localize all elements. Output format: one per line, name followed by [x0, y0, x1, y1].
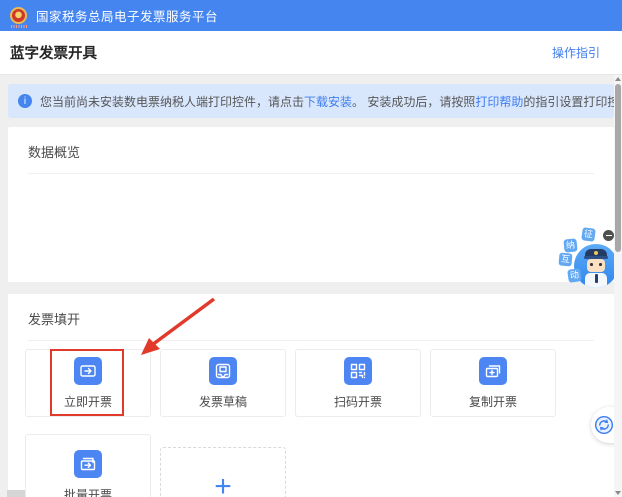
- mascot-bubble: 征: [581, 227, 596, 242]
- invoice-fill-title: 发票填开: [28, 312, 81, 327]
- scrollbar-thumb[interactable]: [615, 84, 621, 252]
- batch-invoice-icon: [74, 449, 102, 478]
- action-label: 批量开票: [63, 487, 112, 497]
- info-icon: i: [18, 94, 32, 108]
- invoice-draft-icon: [209, 356, 237, 385]
- browser-status-stub: [7, 490, 25, 497]
- mascot-bubble: 纳: [563, 238, 578, 253]
- copy-invoice-icon: [479, 356, 507, 385]
- batch-invoice-button[interactable]: 批量开票: [25, 434, 151, 497]
- notice-text-before: 您当前尚未安装数电票纳税人端打印控件，请点击: [40, 94, 305, 109]
- notice-text: 您当前尚未安装数电票纳税人端打印控件，请点击下载安装。 安装成功后，请按照打印帮…: [40, 93, 614, 110]
- mascot-hat: [584, 249, 608, 259]
- mascot-bubble: 互: [558, 252, 573, 267]
- mascot-minimize-button[interactable]: [603, 230, 614, 241]
- page-title: 蓝字发票开具: [10, 46, 97, 62]
- mascot-avatar: [574, 244, 618, 288]
- mascot-body: [585, 273, 607, 288]
- operation-guide-link[interactable]: 操作指引: [552, 44, 600, 61]
- tax-emblem-logo: [10, 7, 28, 28]
- page-title-bar: 蓝字发票开具 操作指引: [0, 31, 622, 75]
- scroll-up-arrow[interactable]: [615, 77, 621, 81]
- data-overview-title: 数据概览: [28, 145, 81, 160]
- scroll-down-arrow[interactable]: [615, 491, 621, 495]
- notice-text-middle: 。 安装成功后，请按照: [352, 94, 476, 109]
- copy-invoice-button[interactable]: 复制开票: [430, 349, 556, 417]
- invoice-now-icon: [74, 356, 102, 385]
- action-label: 扫码开票: [333, 394, 382, 409]
- qr-scan-icon: [344, 356, 372, 385]
- app-title: 国家税务总局电子发票服务平台: [36, 10, 219, 24]
- feedback-icon: [594, 415, 613, 435]
- issue-invoice-now-button[interactable]: 立即开票: [25, 349, 151, 417]
- tax-interaction-mascot-widget[interactable]: 征 纳 互 动: [558, 227, 620, 290]
- action-label: 立即开票: [63, 394, 112, 409]
- data-overview-card: 数据概览: [8, 127, 614, 282]
- add-invoice-tile-button[interactable]: +: [160, 447, 286, 497]
- plus-icon: +: [214, 470, 232, 497]
- qr-scan-invoice-button[interactable]: 扫码开票: [295, 349, 421, 417]
- invoice-draft-button[interactable]: 发票草稿: [160, 349, 286, 417]
- notice-text-after: 的指引设置打印控件，设置成功后方可打印发票。: [523, 94, 614, 109]
- download-install-link[interactable]: 下载安装: [304, 95, 352, 109]
- mascot-face: [587, 259, 605, 272]
- action-label: 发票草稿: [198, 394, 247, 409]
- vertical-scrollbar[interactable]: [614, 75, 622, 497]
- mascot-bubble: 动: [567, 268, 582, 283]
- divider: [28, 173, 594, 174]
- action-label: 复制开票: [468, 394, 517, 409]
- print-help-link[interactable]: 打印帮助: [475, 95, 523, 109]
- divider: [28, 340, 594, 341]
- printer-control-notice-banner: i 您当前尚未安装数电票纳税人端打印控件，请点击下载安装。 安装成功后，请按照打…: [8, 84, 614, 118]
- app-header: 国家税务总局电子发票服务平台: [0, 0, 622, 31]
- invoice-fill-card: 发票填开 立即开票 发票草稿 扫码开票 复制开票 批量开票 +: [8, 294, 614, 497]
